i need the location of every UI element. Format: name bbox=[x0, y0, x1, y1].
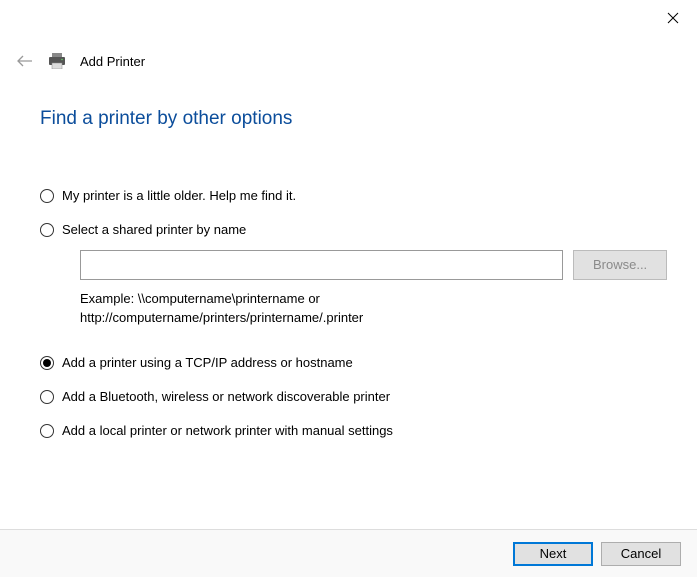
radio-icon bbox=[40, 356, 54, 370]
header: Add Printer bbox=[16, 52, 145, 70]
footer: Next Cancel bbox=[0, 529, 697, 577]
example-line-1: Example: \\computername\printername or bbox=[80, 291, 320, 306]
radio-icon bbox=[40, 189, 54, 203]
radio-icon bbox=[40, 390, 54, 404]
option-label: Add a local printer or network printer w… bbox=[62, 423, 393, 440]
example-line-2: http://computername/printers/printername… bbox=[80, 310, 363, 325]
printer-icon bbox=[48, 53, 66, 69]
option-bluetooth[interactable]: Add a Bluetooth, wireless or network dis… bbox=[40, 389, 667, 406]
option-label: My printer is a little older. Help me fi… bbox=[62, 188, 296, 205]
radio-icon bbox=[40, 223, 54, 237]
option-label: Add a printer using a TCP/IP address or … bbox=[62, 355, 353, 372]
back-button[interactable] bbox=[16, 52, 34, 70]
back-arrow-icon bbox=[17, 55, 33, 67]
option-label: Add a Bluetooth, wireless or network dis… bbox=[62, 389, 390, 406]
example-text: Example: \\computername\printername or h… bbox=[80, 290, 560, 328]
add-printer-dialog: Add Printer Find a printer by other opti… bbox=[0, 0, 697, 577]
radio-icon bbox=[40, 424, 54, 438]
cancel-button[interactable]: Cancel bbox=[601, 542, 681, 566]
shared-printer-input[interactable] bbox=[80, 250, 563, 280]
option-shared-printer[interactable]: Select a shared printer by name bbox=[40, 222, 667, 239]
option-label: Select a shared printer by name bbox=[62, 222, 246, 239]
option-older-printer[interactable]: My printer is a little older. Help me fi… bbox=[40, 188, 667, 205]
close-icon bbox=[667, 12, 679, 24]
header-title: Add Printer bbox=[80, 54, 145, 69]
option-local[interactable]: Add a local printer or network printer w… bbox=[40, 423, 667, 440]
shared-printer-block: Browse... Example: \\computername\printe… bbox=[80, 250, 667, 328]
options-group: My printer is a little older. Help me fi… bbox=[40, 188, 667, 457]
browse-button: Browse... bbox=[573, 250, 667, 280]
option-tcpip[interactable]: Add a printer using a TCP/IP address or … bbox=[40, 355, 667, 372]
shared-input-row: Browse... bbox=[80, 250, 667, 280]
close-button[interactable] bbox=[663, 8, 683, 28]
next-button[interactable]: Next bbox=[513, 542, 593, 566]
page-heading: Find a printer by other options bbox=[40, 108, 292, 130]
